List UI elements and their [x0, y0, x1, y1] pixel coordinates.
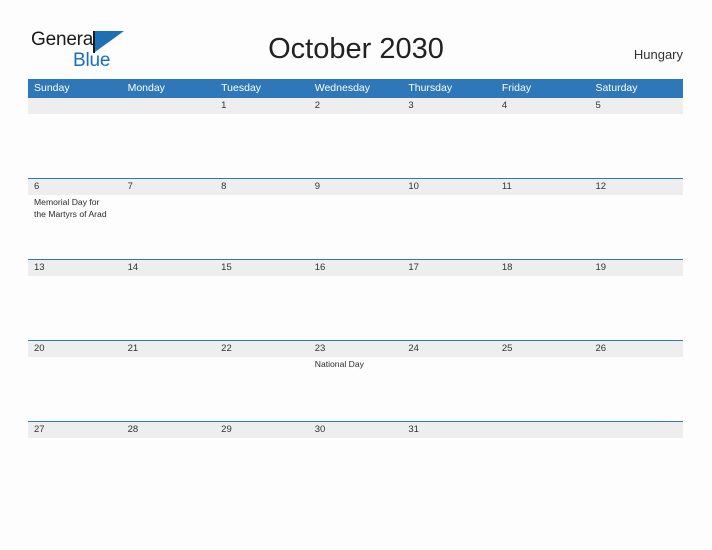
weekday-header-wednesday: Wednesday — [314, 82, 370, 94]
day-event — [309, 438, 403, 501]
calendar-week-row: 13 14 15 16 17 18 19 — [28, 259, 683, 340]
calendar-page: General Blue October 2030 Hungary Sunday… — [0, 0, 712, 550]
day-event — [28, 276, 122, 339]
day-number[interactable]: 1 — [215, 98, 309, 114]
day-number[interactable]: 12 — [589, 179, 683, 195]
day-number[interactable]: 3 — [402, 98, 496, 114]
day-number[interactable]: 24 — [402, 341, 496, 357]
day-event — [122, 438, 216, 501]
day-number[interactable]: 8 — [215, 179, 309, 195]
weekday-header-sunday: Sunday — [34, 82, 70, 94]
page-title: October 2030 — [268, 33, 444, 65]
day-event — [309, 195, 403, 258]
day-event — [215, 276, 309, 339]
day-number[interactable]: 17 — [402, 260, 496, 276]
weekday-header-thursday: Thursday — [408, 82, 453, 94]
day-number[interactable]: 27 — [28, 422, 122, 438]
day-number[interactable]: 21 — [122, 341, 216, 357]
day-event — [402, 195, 496, 258]
week-event-area — [28, 276, 683, 339]
day-number[interactable] — [589, 422, 683, 438]
week-event-area — [28, 438, 683, 501]
day-event — [122, 114, 216, 177]
day-event — [496, 114, 590, 177]
day-event — [589, 195, 683, 258]
country-label: Hungary — [633, 47, 683, 62]
weekday-header-monday: Monday — [127, 82, 165, 94]
day-number[interactable]: 15 — [215, 260, 309, 276]
week-date-number-band: 13 14 15 16 17 18 19 — [28, 260, 683, 276]
day-number[interactable]: 25 — [496, 341, 590, 357]
weekday-header-friday: Friday — [501, 82, 532, 94]
day-number[interactable]: 18 — [496, 260, 590, 276]
day-event — [589, 357, 683, 420]
day-number[interactable]: 4 — [496, 98, 590, 114]
day-number[interactable]: 5 — [589, 98, 683, 114]
day-event — [122, 276, 216, 339]
day-event — [122, 357, 216, 420]
week-event-area: National Day — [28, 357, 683, 420]
week-date-number-band: 6 7 8 9 10 11 12 — [28, 179, 683, 195]
day-event — [122, 195, 216, 258]
day-number[interactable]: 14 — [122, 260, 216, 276]
day-number[interactable]: 23 — [309, 341, 403, 357]
day-number[interactable]: 28 — [122, 422, 216, 438]
day-event — [215, 114, 309, 177]
day-number[interactable]: 2 — [309, 98, 403, 114]
day-event — [402, 276, 496, 339]
day-event — [402, 438, 496, 501]
weekday-header-tuesday: Tuesday — [221, 82, 262, 94]
day-event: National Day — [314, 359, 364, 369]
day-event — [496, 195, 590, 258]
day-number[interactable]: 31 — [402, 422, 496, 438]
week-event-area — [28, 114, 683, 177]
day-number[interactable]: 26 — [589, 341, 683, 357]
day-event — [215, 195, 309, 258]
day-event — [28, 438, 122, 501]
week-event-area: Memorial Day for the Martyrs of Arad — [28, 195, 683, 258]
day-event — [402, 114, 496, 177]
day-event — [496, 276, 590, 339]
month-calendar: Sunday Monday Tuesday Wednesday Thursday… — [28, 79, 683, 502]
week-date-number-band: 20 21 22 23 24 25 26 — [28, 341, 683, 357]
day-number[interactable]: 16 — [309, 260, 403, 276]
day-event — [309, 276, 403, 339]
week-date-number-band: 27 28 29 30 31 — [28, 422, 683, 438]
day-number[interactable]: 11 — [496, 179, 590, 195]
day-number[interactable] — [28, 98, 122, 114]
weekday-header-row: Sunday Monday Tuesday Wednesday Thursday… — [28, 79, 683, 97]
calendar-week-row: 27 28 29 30 31 — [28, 421, 683, 502]
day-number[interactable]: 22 — [215, 341, 309, 357]
day-number[interactable]: 29 — [215, 422, 309, 438]
calendar-week-row: 1 2 3 4 5 — [28, 97, 683, 178]
week-date-number-band: 1 2 3 4 5 — [28, 98, 683, 114]
day-number[interactable]: 10 — [402, 179, 496, 195]
day-number[interactable]: 13 — [28, 260, 122, 276]
day-event — [589, 276, 683, 339]
day-number[interactable]: 7 — [122, 179, 216, 195]
calendar-week-row: 6 7 8 9 10 11 12 Memorial Day for the Ma… — [28, 178, 683, 259]
day-event — [589, 438, 683, 501]
weekday-header-saturday: Saturday — [595, 82, 638, 94]
calendar-week-row: 20 21 22 23 24 25 26 National Day — [28, 340, 683, 421]
day-event — [496, 438, 590, 501]
day-number[interactable]: 9 — [309, 179, 403, 195]
day-number[interactable]: 20 — [28, 341, 122, 357]
day-event — [496, 357, 590, 420]
day-event — [589, 114, 683, 177]
day-event — [215, 438, 309, 501]
day-event: Memorial Day for the Martyrs of Arad — [34, 197, 107, 219]
day-number[interactable]: 30 — [309, 422, 403, 438]
day-number[interactable] — [122, 98, 216, 114]
day-number[interactable]: 6 — [28, 179, 122, 195]
day-number[interactable] — [496, 422, 590, 438]
day-event — [309, 114, 403, 177]
day-event — [28, 357, 122, 420]
page-header: General Blue October 2030 Hungary — [0, 0, 712, 78]
day-event — [402, 357, 496, 420]
day-number[interactable]: 19 — [589, 260, 683, 276]
day-event — [215, 357, 309, 420]
day-event — [28, 114, 122, 177]
